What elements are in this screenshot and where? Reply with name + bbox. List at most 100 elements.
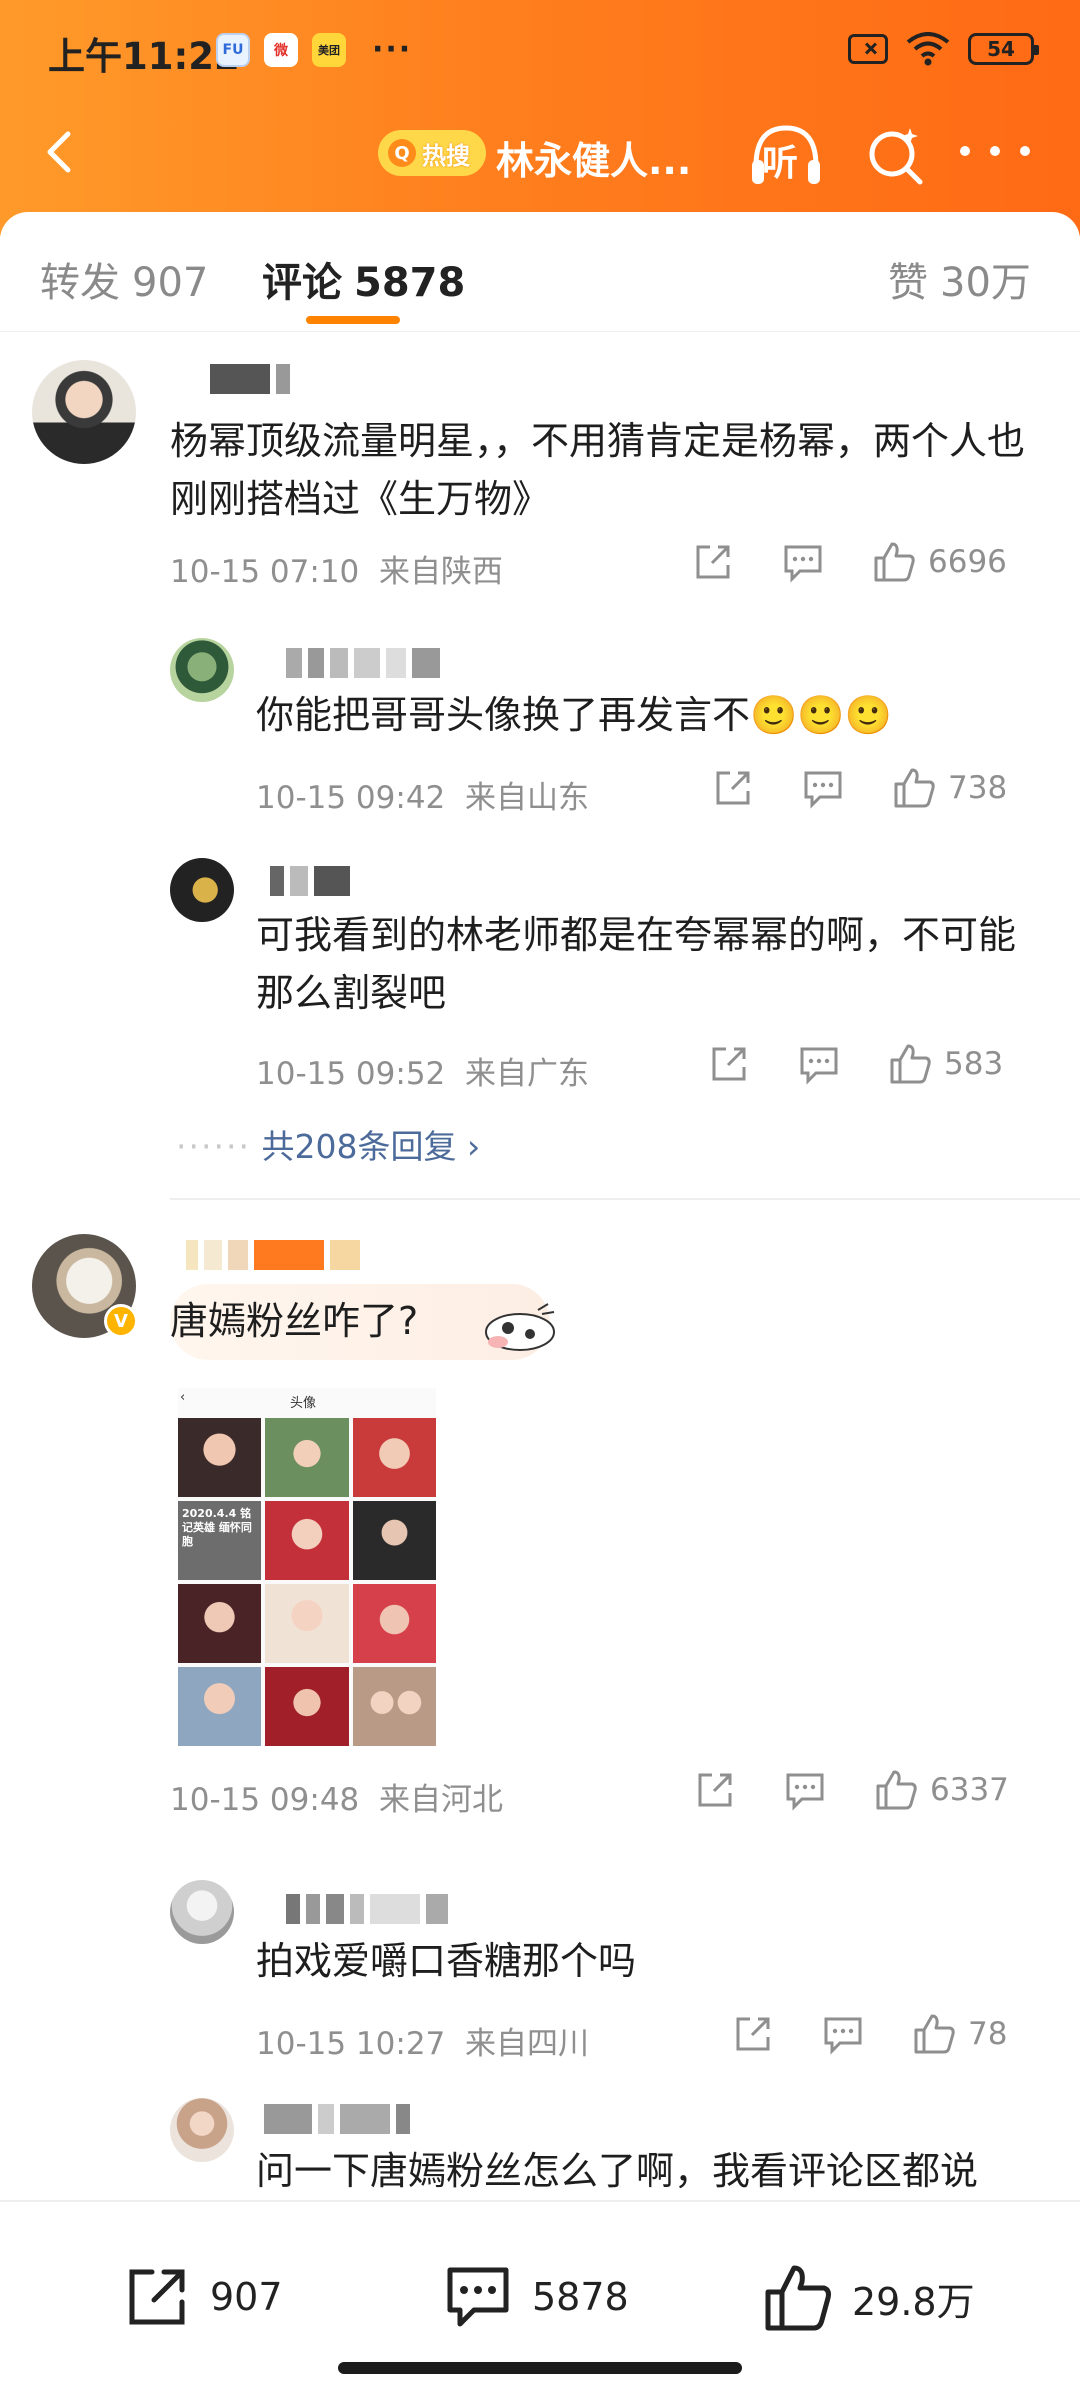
username-redacted[interactable] <box>210 364 290 394</box>
tab-label: 评论 <box>262 260 342 306</box>
chevron-right-icon: › <box>466 1127 481 1166</box>
hot-search-badge[interactable]: Q 热搜 <box>378 130 486 176</box>
grid-photo <box>352 1584 436 1663</box>
comment-actions: 6696 <box>692 540 1007 584</box>
username-redacted[interactable] <box>286 1894 546 1924</box>
tab-comments[interactable]: 评论 5878 <box>262 250 465 308</box>
reply-button[interactable] <box>782 541 824 583</box>
reply-time: 10-15 09:52 <box>256 1056 446 1092</box>
reply-meta: 10-15 09:52 来自广东 <box>256 1048 589 1093</box>
comment-count: 5878 <box>532 2275 629 2319</box>
avatar[interactable] <box>170 1880 234 1944</box>
repost-button[interactable] <box>692 541 734 583</box>
search-button[interactable] <box>864 124 928 188</box>
battery-icon: 54 <box>968 33 1039 65</box>
like-count: 6696 <box>928 544 1007 580</box>
tab-label: 转发 <box>40 260 120 306</box>
tab-bar: 转发 907 评论 5878 赞 30万 <box>0 212 1080 332</box>
like-button[interactable]: 78 <box>912 2012 1007 2056</box>
like-button[interactable]: 6337 <box>874 1768 1009 1812</box>
comment-icon <box>804 771 842 809</box>
tab-count: 5878 <box>354 260 466 306</box>
comment-icon <box>824 2017 862 2055</box>
reply-time: 10-15 10:27 <box>256 2026 446 2062</box>
tab-count: 907 <box>132 260 209 306</box>
comment-meta: 10-15 09:48 来自河北 <box>170 1774 503 1819</box>
notification-app-icon: FU <box>216 32 250 67</box>
repost-button[interactable] <box>708 1043 750 1085</box>
reply-time: 10-15 09:42 <box>256 780 446 816</box>
username-redacted[interactable] <box>264 2104 514 2134</box>
search-sparkle-icon <box>869 128 923 185</box>
avatar[interactable] <box>170 638 234 702</box>
reply-location: 来自广东 <box>465 1056 589 1092</box>
like-count: 583 <box>944 1046 1004 1082</box>
like-button[interactable]: 583 <box>888 1042 1003 1086</box>
repost-button[interactable]: 907 <box>122 2262 283 2332</box>
grid-photo <box>178 1418 262 1497</box>
repost-button[interactable] <box>694 1769 736 1811</box>
username-redacted[interactable] <box>270 866 380 896</box>
reply-location: 来自山东 <box>465 780 589 816</box>
comment-button[interactable]: 5878 <box>442 2262 629 2332</box>
reply-button[interactable] <box>802 767 844 809</box>
like-count: 6337 <box>930 1772 1009 1808</box>
repost-count: 907 <box>210 2275 283 2319</box>
wifi-icon <box>906 32 950 66</box>
hot-search-label: 热搜 <box>422 141 470 170</box>
like-button[interactable]: 29.8万 <box>762 2262 975 2334</box>
avatar[interactable] <box>170 858 234 922</box>
like-button[interactable]: 738 <box>892 766 1007 810</box>
reply-button[interactable] <box>822 2013 864 2055</box>
comment-icon <box>447 2267 509 2327</box>
repost-button[interactable] <box>732 2013 774 2055</box>
thumbs-up-icon <box>765 2265 831 2331</box>
username-redacted[interactable] <box>286 648 496 678</box>
more-dot-icon <box>990 146 1000 156</box>
thumbs-up-icon <box>874 542 915 582</box>
comment-time: 10-15 09:48 <box>170 1782 360 1818</box>
repost-button[interactable] <box>712 767 754 809</box>
home-indicator[interactable] <box>338 2362 742 2374</box>
avatar[interactable] <box>32 360 136 464</box>
comment-text: 杨幂顶级流量明星，，不用猜肯定是杨幂，两个人也刚刚搭档过《生万物》 <box>170 419 1026 521</box>
reply-actions: 738 <box>712 766 1007 810</box>
chevron-left-icon <box>47 131 71 173</box>
more-replies-label: 共208条回复 <box>261 1127 457 1166</box>
like-count: 738 <box>948 770 1008 806</box>
share-icon <box>716 771 750 805</box>
thumbs-up-icon <box>914 2014 955 2054</box>
weibo-notification-icon: 微 <box>264 32 298 67</box>
listen-label: 听 <box>762 143 799 184</box>
more-dot-icon <box>1020 146 1030 156</box>
header: 上午11:22 FU 微 美团 ··· 54 Q 热搜 林永健人... 听 <box>0 0 1080 236</box>
reply-actions: 583 <box>708 1042 1003 1086</box>
comment-image[interactable]: ‹ 头像 2020.4.4 铭记英雄 缅怀同胞 <box>178 1388 436 1746</box>
share-icon <box>698 1773 732 1807</box>
reply-text: 可我看到的林老师都是在夸幂幂的啊，不可能那么割裂吧 <box>256 913 1017 1015</box>
status-bar: 上午11:22 FU 微 美团 ··· 54 <box>0 0 1080 100</box>
tab-likes[interactable]: 赞 30万 <box>888 250 1031 308</box>
reply-button[interactable] <box>798 1043 840 1085</box>
thumbs-up-icon <box>894 768 935 808</box>
status-time: 上午11:22 <box>48 35 240 78</box>
share-icon <box>712 1047 746 1081</box>
divider <box>170 1198 1080 1200</box>
back-button[interactable] <box>30 122 90 182</box>
grid-photo <box>265 1667 349 1746</box>
username-redacted[interactable] <box>186 1240 426 1270</box>
comment-actions: 6337 <box>694 1768 1009 1812</box>
reply-button[interactable] <box>784 1769 826 1811</box>
comment-icon <box>784 545 822 583</box>
status-app-icons: FU 微 美团 ··· <box>216 32 412 67</box>
image-header-title: 头像 <box>290 1396 317 1411</box>
share-icon <box>129 2269 185 2325</box>
avatar[interactable] <box>170 2098 234 2162</box>
view-all-replies-link[interactable]: ······ 共208条回复 › <box>176 1120 480 1168</box>
thumbs-up-icon <box>876 1770 917 1810</box>
more-options-button[interactable] <box>960 146 1030 166</box>
listen-button[interactable]: 听 <box>748 120 824 192</box>
tab-repost[interactable]: 转发 907 <box>40 250 208 308</box>
like-button[interactable]: 6696 <box>872 540 1007 584</box>
share-icon <box>736 2017 770 2051</box>
